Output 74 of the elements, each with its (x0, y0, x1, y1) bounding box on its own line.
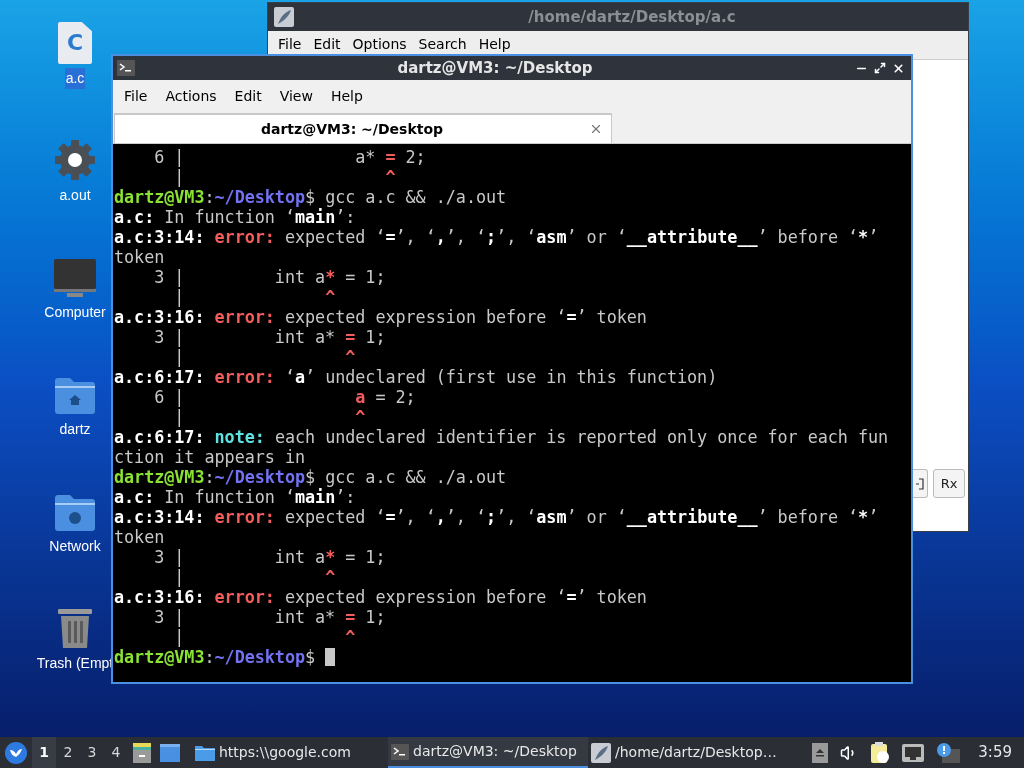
terminal-line: token (114, 247, 165, 267)
home-folder-icon (54, 377, 96, 415)
task-button[interactable]: dartz@VM3: ~/Desktop (388, 737, 588, 768)
monitor-icon (53, 258, 97, 298)
terminal-line: dartz@VM3:~/Desktop$ (114, 647, 336, 667)
menu-item[interactable]: Search (412, 36, 473, 53)
gear-icon (54, 139, 96, 181)
close-icon[interactable] (892, 61, 905, 75)
terminal-line: dartz@VM3:~/Desktop$ gcc a.c && ./a.out (114, 467, 507, 487)
folder-icon (195, 744, 215, 761)
menu-item[interactable]: Edit (225, 85, 271, 107)
c-file-icon: C (58, 22, 92, 64)
terminal-icon (117, 60, 135, 76)
terminal-line: | ^ (173, 567, 336, 587)
eject-icon[interactable] (812, 742, 829, 763)
terminal-line: | ^ (173, 627, 356, 647)
menu-item[interactable]: File (115, 85, 157, 107)
file-cabinet-icon[interactable] (132, 741, 152, 764)
terminal-line: 3 | int a* = 1; (153, 607, 386, 627)
icon-label[interactable]: a.out (58, 185, 92, 206)
menu-item[interactable]: File (272, 36, 308, 53)
terminal-line: a.c: In function ‘main’: (114, 487, 356, 507)
menu-item[interactable]: Edit (307, 36, 347, 53)
terminal-line: | ^ (173, 407, 366, 427)
terminal-line: ction it appears in (114, 447, 305, 467)
clock[interactable]: 3:59 (978, 741, 1012, 764)
icon-label[interactable]: Network (48, 536, 102, 557)
terminal-line: a.c:3:16: error: expected expression before ‘=’ token (114, 307, 647, 327)
icon-label[interactable]: Computer (43, 302, 107, 323)
terminal-line: | ^ (173, 167, 396, 187)
task-button[interactable]: /home/dartz/Desktop… (588, 737, 788, 768)
terminal-line: 3 | int a* = 1; (153, 547, 386, 567)
toolbar-button[interactable]: Rx (933, 469, 965, 498)
terminal-line: a.c:3:14: error: expected ‘=’, ‘,’, ‘;’, ‘asm’ or ‘__attribute__’ before ‘*’ (114, 507, 879, 527)
workspace-button[interactable]: 2 (56, 737, 80, 768)
menu-item[interactable]: Help (321, 85, 372, 107)
menu-item[interactable]: View (270, 85, 322, 107)
terminal-line: 6 | a* = 2; (153, 147, 426, 167)
workspace-button[interactable]: 4 (104, 737, 128, 768)
terminal-line: dartz@VM3:~/Desktop$ gcc a.c && ./a.out (114, 187, 507, 207)
terminal-icon (391, 743, 409, 760)
window-icon[interactable] (160, 743, 180, 762)
network-port-icon[interactable] (902, 743, 925, 762)
icon-label[interactable]: a.c (64, 68, 86, 89)
icon-label[interactable]: dartz (58, 419, 92, 440)
terminal-line: a.c:3:14: error: expected ‘=’, ‘,’, ‘;’, ‘asm’ or ‘__attribute__’ before ‘*’ (114, 227, 879, 247)
terminal-line: a.c:6:17: note: each undeclared identifier is reported only once for each fun (114, 427, 889, 447)
terminal-line: 3 | int a* = 1; (153, 267, 386, 287)
tab-label[interactable]: dartz@VM3: ~/Desktop (115, 118, 589, 140)
terminal-line: | ^ (173, 287, 336, 307)
task-button[interactable]: https:\\google.com (192, 737, 388, 768)
terminal-line: | ^ (173, 347, 356, 367)
window-title: dartz@VM3: ~/Desktop (396, 57, 594, 79)
menu-item[interactable]: Help (472, 36, 517, 53)
notification-icon[interactable] (936, 742, 961, 763)
maximize-icon[interactable] (874, 62, 886, 74)
clipboard-icon[interactable] (870, 741, 891, 764)
trash-icon (57, 607, 93, 649)
terminal-tab[interactable]: dartz@VM3: ~/Desktop (114, 113, 612, 143)
menu-item[interactable]: Actions (156, 85, 226, 107)
feather-icon (591, 742, 611, 763)
workspace-button[interactable]: 1 (32, 737, 56, 768)
feather-icon (274, 7, 294, 27)
window-title: /home/dartz/Desktop/a.c (527, 6, 737, 28)
terminal-line: 6 | a = 2; (153, 387, 416, 407)
workspace-button[interactable]: 3 (80, 737, 104, 768)
bracket-icon (914, 477, 925, 490)
network-folder-icon (54, 494, 96, 532)
menu-item[interactable]: Options (346, 36, 413, 53)
terminal-line: a.c:3:16: error: expected expression before ‘=’ token (114, 587, 647, 607)
terminal-line: a.c: In function ‘main’: (114, 207, 356, 227)
terminal-line: 3 | int a* = 1; (153, 327, 386, 347)
terminal-line: token (114, 527, 165, 547)
terminal-line: a.c:6:17: error: ‘a’ undeclared (first use in this function) (114, 367, 718, 387)
